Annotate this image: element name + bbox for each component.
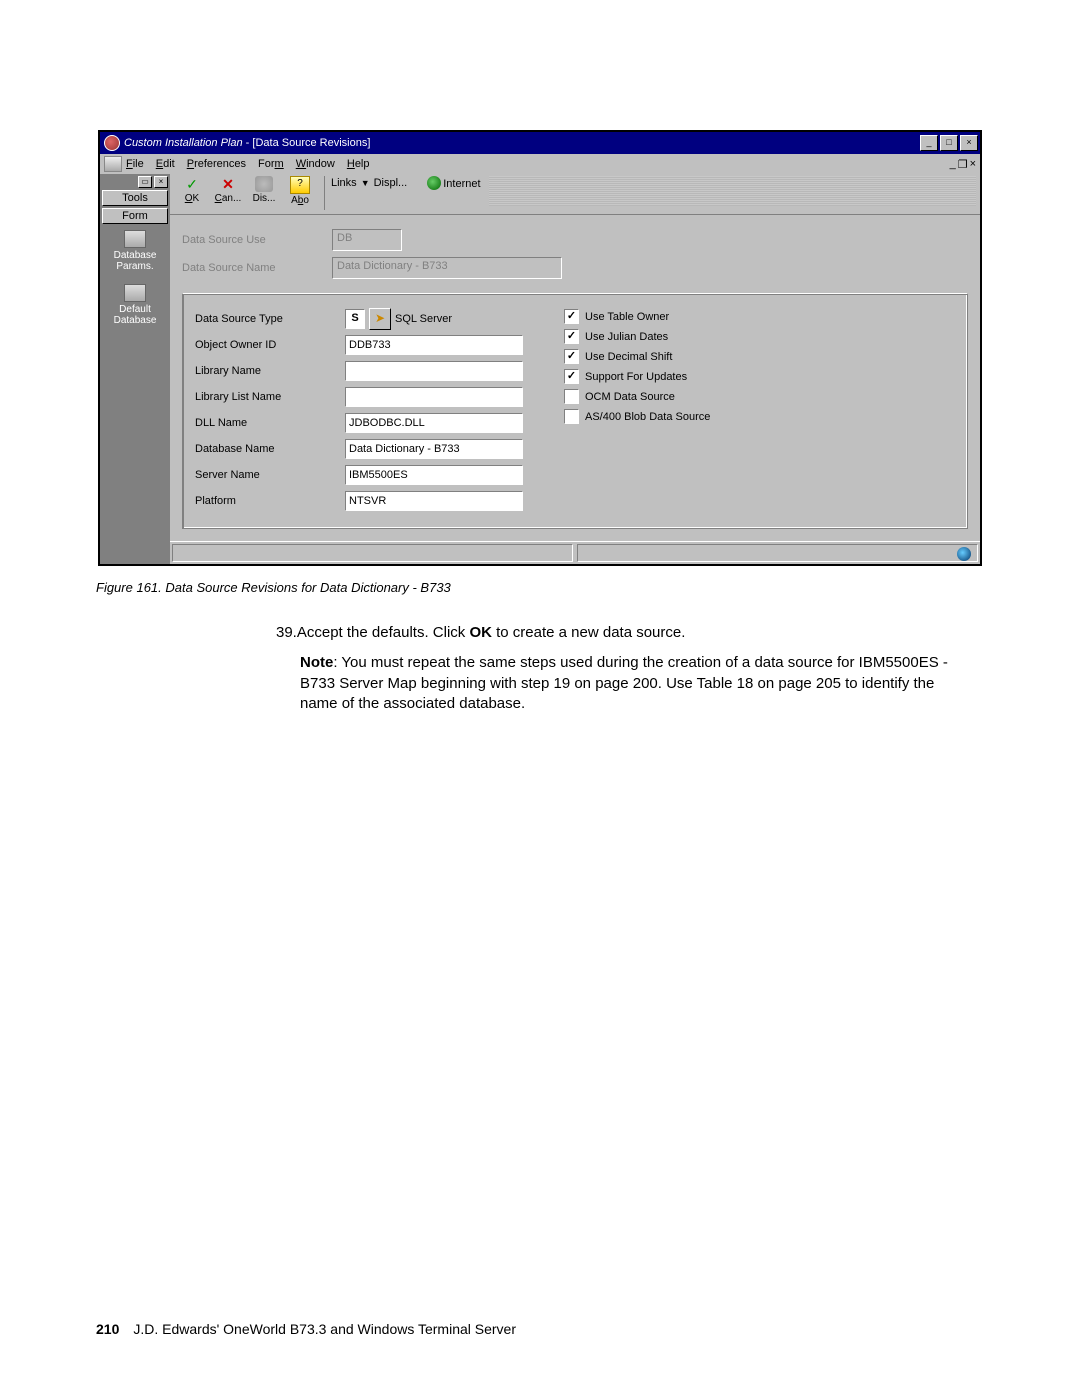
cancel-button[interactable]: ✕ Can... — [210, 176, 246, 210]
use-decimal-shift-label: Use Decimal Shift — [585, 351, 672, 363]
mdi-restore-button[interactable]: ❐ — [958, 158, 968, 171]
display-icon — [255, 176, 273, 192]
label-server-name: Server Name — [195, 469, 345, 481]
use-table-owner-checkbox[interactable]: ✓ — [564, 309, 579, 324]
minimize-button[interactable]: _ — [920, 135, 938, 151]
sidebar-form-header[interactable]: Form — [102, 208, 168, 224]
use-julian-dates-label: Use Julian Dates — [585, 331, 668, 343]
as400-blob-checkbox[interactable] — [564, 409, 579, 424]
close-button[interactable]: × — [960, 135, 978, 151]
toolbar-filler — [489, 176, 976, 206]
server-name-input[interactable] — [345, 465, 523, 485]
label-dll-name: DLL Name — [195, 417, 345, 429]
statusbar-cell-2 — [577, 544, 978, 562]
label-library-name: Library Name — [195, 365, 345, 377]
chevron-down-icon[interactable]: ▼ — [361, 178, 370, 188]
data-source-type-lookup-button[interactable]: ➤ — [369, 308, 391, 330]
menu-file[interactable]: File — [126, 158, 144, 170]
label-data-source-name: Data Source Name — [182, 262, 332, 274]
sidebar-dock-button[interactable]: ▭ — [138, 176, 152, 188]
menu-form[interactable]: Form — [258, 158, 284, 170]
use-julian-dates-checkbox[interactable]: ✓ — [564, 329, 579, 344]
note-text: Note: You must repeat the same steps use… — [300, 653, 956, 714]
ok-button[interactable]: ✓ OK — [174, 176, 210, 210]
doc-icon — [104, 156, 122, 172]
displ-link[interactable]: Displ... — [374, 177, 408, 189]
mdi-minimize-button[interactable]: _ — [950, 158, 956, 171]
label-platform: Platform — [195, 495, 345, 507]
label-data-source-use: Data Source Use — [182, 234, 332, 246]
label-database-name: Database Name — [195, 443, 345, 455]
page-footer: 210J.D. Edwards' OneWorld B73.3 and Wind… — [96, 1321, 516, 1337]
menubar: File Edit Preferences Form Window Help _… — [100, 154, 980, 174]
check-icon: ✓ — [183, 176, 201, 192]
db-params-icon — [124, 230, 146, 248]
value-data-source-name: Data Dictionary - B733 — [332, 257, 562, 279]
data-source-type-code[interactable]: S — [345, 309, 365, 329]
library-name-input[interactable] — [345, 361, 523, 381]
sidebar-item-db-params[interactable]: Database Params. — [100, 224, 170, 278]
value-data-source-use: DB — [332, 229, 402, 251]
sidebar-close-button[interactable]: × — [154, 176, 168, 188]
mdi-close-button[interactable]: × — [970, 158, 976, 171]
platform-input[interactable] — [345, 491, 523, 511]
label-library-list-name: Library List Name — [195, 391, 345, 403]
display-button[interactable]: Dis... — [246, 176, 282, 210]
about-icon: ? — [290, 176, 310, 194]
label-object-owner-id: Object Owner ID — [195, 339, 345, 351]
step-39: 39.Accept the defaults. Click OK to crea… — [276, 623, 956, 643]
maximize-button[interactable]: □ — [940, 135, 958, 151]
titlebar: Custom Installation Plan - [Data Source … — [100, 132, 980, 154]
links-label[interactable]: Links — [331, 177, 357, 189]
form-toolbar: ✓ OK ✕ Can... Dis... ? — [170, 174, 980, 215]
use-decimal-shift-checkbox[interactable]: ✓ — [564, 349, 579, 364]
support-for-updates-checkbox[interactable]: ✓ — [564, 369, 579, 384]
menu-help[interactable]: Help — [347, 158, 370, 170]
dll-name-input[interactable] — [345, 413, 523, 433]
label-data-source-type: Data Source Type — [195, 313, 345, 325]
ocm-data-source-checkbox[interactable] — [564, 389, 579, 404]
details-groupbox: Data Source Type S ➤ SQL Server Object O… — [182, 293, 968, 529]
menu-preferences[interactable]: Preferences — [187, 158, 246, 170]
object-owner-id-input[interactable] — [345, 335, 523, 355]
figure-caption: Figure 161. Data Source Revisions for Da… — [96, 580, 984, 595]
menu-edit[interactable]: Edit — [156, 158, 175, 170]
as400-blob-label: AS/400 Blob Data Source — [585, 411, 710, 423]
app-window: Custom Installation Plan - [Data Source … — [98, 130, 982, 566]
library-list-name-input[interactable] — [345, 387, 523, 407]
database-name-input[interactable] — [345, 439, 523, 459]
default-db-icon — [124, 284, 146, 302]
window-title: Custom Installation Plan - [Data Source … — [124, 137, 918, 149]
about-button[interactable]: ? Abo — [282, 176, 318, 210]
data-source-type-text: SQL Server — [395, 313, 452, 325]
sidebar-tools-header[interactable]: Tools — [102, 190, 168, 206]
use-table-owner-label: Use Table Owner — [585, 311, 669, 323]
statusbar — [170, 541, 980, 564]
tools-sidebar: ▭ × Tools Form Database Params. Default … — [100, 174, 170, 564]
globe-icon — [427, 176, 441, 190]
sidebar-item-default-db[interactable]: Default Database — [100, 278, 170, 332]
support-for-updates-label: Support For Updates — [585, 371, 687, 383]
cross-icon: ✕ — [219, 176, 237, 192]
internet-link[interactable]: Internet — [427, 176, 480, 190]
statusbar-cell-1 — [172, 544, 573, 562]
menu-window[interactable]: Window — [296, 158, 335, 170]
ocm-data-source-label: OCM Data Source — [585, 391, 675, 403]
app-icon — [104, 135, 120, 151]
